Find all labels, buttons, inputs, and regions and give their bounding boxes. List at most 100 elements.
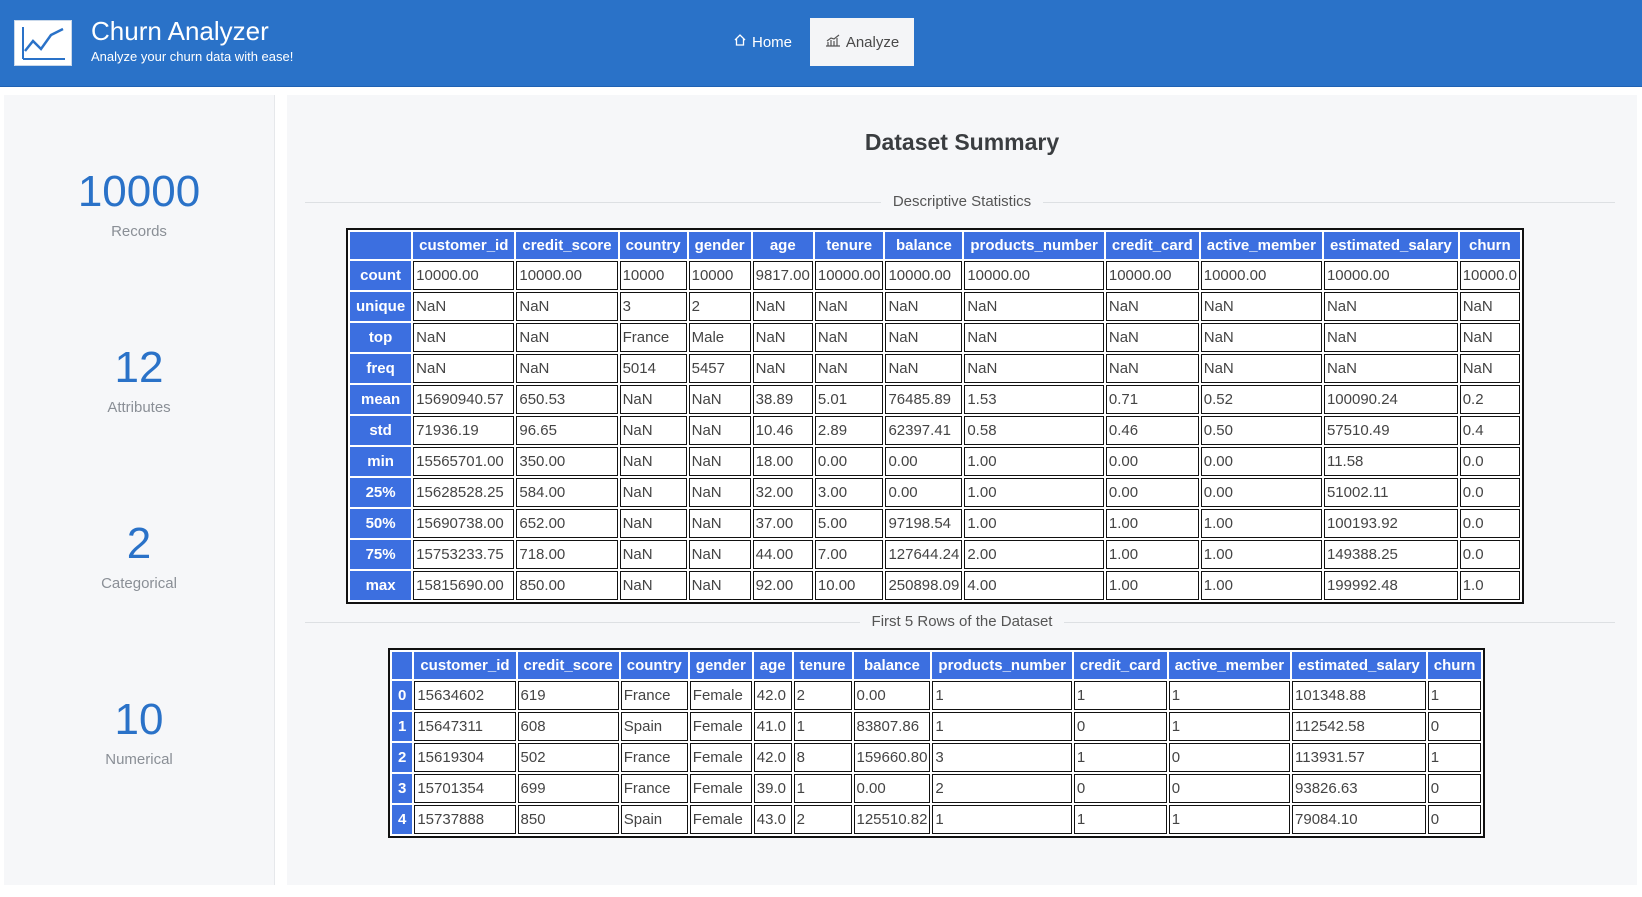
table-cell: NaN — [964, 354, 1104, 383]
table-row: std 71936.19 96.65 NaN NaN 10.46 2.89 62397.41 0… — [350, 416, 1520, 445]
table-cell: Male — [688, 323, 751, 352]
table-cell: 850 — [517, 805, 619, 834]
table-cell: 149388.25 — [1323, 540, 1458, 569]
table-cell: 8 — [793, 743, 852, 772]
nav-home[interactable]: Home — [733, 18, 811, 66]
stat-records: 10000 Records — [4, 167, 274, 240]
row-index: unique — [350, 292, 412, 321]
column-header: credit_score — [517, 652, 619, 679]
table-row: 75% 15753233.75 718.00 NaN NaN 44.00 7.00 12764… — [350, 540, 1520, 569]
index-header — [350, 232, 412, 259]
table-cell: NaN — [814, 323, 884, 352]
row-index: 1 — [392, 712, 413, 741]
section-label-text: Descriptive Statistics — [880, 193, 1044, 210]
table-cell: 0 — [1168, 774, 1291, 803]
table-cell: 15628528.25 — [413, 478, 515, 507]
table-cell: NaN — [688, 447, 751, 476]
table-cell: NaN — [619, 509, 687, 538]
column-header: active_member — [1200, 232, 1322, 259]
table-cell: 1 — [793, 774, 852, 803]
page-title: Dataset Summary — [864, 129, 1060, 155]
column-header: churn — [1459, 232, 1520, 259]
table-cell: 0.00 — [814, 447, 884, 476]
table-row: 1 15647311 608 Spain Female 41.0 1 83807.86 1 0 1 1… — [392, 712, 1482, 741]
table-cell: 0.00 — [1200, 447, 1322, 476]
table-cell: 350.00 — [516, 447, 618, 476]
table-cell: NaN — [688, 540, 751, 569]
table-cell: NaN — [619, 447, 687, 476]
table-cell: 76485.89 — [885, 385, 963, 414]
table-cell: 0 — [1427, 805, 1482, 834]
table-cell: 2.00 — [964, 540, 1104, 569]
table-row: count 10000.00 10000.00 10000 10000 9817.00 10… — [350, 261, 1520, 290]
table-cell: 699 — [517, 774, 619, 803]
table-cell: NaN — [413, 292, 515, 321]
stat-value: 2 — [126, 519, 152, 568]
table-cell: 10000 — [688, 261, 751, 290]
nav-analyze-label: Analyze — [845, 33, 900, 51]
stat-label: Numerical — [105, 751, 173, 768]
row-index: 75% — [350, 540, 412, 569]
column-header: balance — [885, 232, 963, 259]
column-header: gender — [689, 652, 752, 679]
table-cell: 584.00 — [516, 478, 618, 507]
table-cell: 650.53 — [516, 385, 618, 414]
table-cell: 0.00 — [1105, 447, 1199, 476]
table-cell: 100090.24 — [1323, 385, 1458, 414]
table-cell: 652.00 — [516, 509, 618, 538]
table-cell: 7.00 — [814, 540, 884, 569]
section-label-text: First 5 Rows of the Dataset — [859, 613, 1065, 630]
column-header: products_number — [964, 232, 1104, 259]
row-index: freq — [350, 354, 412, 383]
row-index: 3 — [392, 774, 413, 803]
table-row: 50% 15690738.00 652.00 NaN NaN 37.00 5.00 97198… — [350, 509, 1520, 538]
table-cell: 2 — [932, 774, 1072, 803]
table-cell: 2 — [793, 681, 852, 710]
table-cell: NaN — [885, 354, 963, 383]
row-index: 4 — [392, 805, 413, 834]
table-cell: NaN — [1105, 292, 1199, 321]
table-cell: NaN — [885, 323, 963, 352]
table-cell: 15647311 — [414, 712, 516, 741]
row-index: 0 — [392, 681, 413, 710]
table-cell: 0 — [1427, 712, 1482, 741]
stat-value: 10000 — [77, 167, 201, 216]
table-cell: NaN — [619, 571, 687, 600]
row-index: max — [350, 571, 412, 600]
stat-value: 10 — [114, 695, 164, 744]
row-index: count — [350, 261, 412, 290]
app-title: Churn Analyzer — [91, 16, 269, 46]
table-cell: NaN — [1105, 354, 1199, 383]
table-cell: 96.65 — [516, 416, 618, 445]
table-cell: 0.52 — [1200, 385, 1322, 414]
table-cell: 4.00 — [964, 571, 1104, 600]
table-row: 25% 15628528.25 584.00 NaN NaN 32.00 3.00 0.00 1… — [350, 478, 1520, 507]
table-cell: 0.00 — [1200, 478, 1322, 507]
nav-analyze[interactable]: Analyze — [810, 18, 914, 66]
table-cell: 15565701.00 — [413, 447, 515, 476]
column-header: tenure — [793, 652, 852, 679]
table-cell: 0.46 — [1105, 416, 1199, 445]
table-cell: 1.00 — [964, 478, 1104, 507]
table-cell: 1 — [932, 681, 1072, 710]
table-cell: NaN — [1323, 354, 1458, 383]
table-cell: 10000 — [619, 261, 687, 290]
app-subtitle: Analyze your churn data with ease! — [91, 49, 294, 64]
table-cell: 15634602 — [414, 681, 516, 710]
table-cell: NaN — [619, 416, 687, 445]
table-cell: 718.00 — [516, 540, 618, 569]
table-cell: 32.00 — [752, 478, 813, 507]
table-cell: Female — [689, 681, 752, 710]
stat-categorical: 2 Categorical — [4, 519, 274, 592]
table-cell: 1 — [1427, 743, 1482, 772]
table-cell: 9817.00 — [752, 261, 813, 290]
section-label-first-rows: First 5 Rows of the Dataset — [287, 613, 1637, 631]
table-cell: 1.00 — [1105, 540, 1199, 569]
table-cell: 1.00 — [1200, 571, 1322, 600]
stats-sidebar: 10000 Records 12 Attributes 2 Categorica… — [4, 95, 275, 885]
table-cell: 10000.00 — [516, 261, 618, 290]
index-header — [392, 652, 413, 679]
table-cell: Female — [689, 805, 752, 834]
table-cell: 0.0 — [1459, 540, 1520, 569]
table-cell: NaN — [752, 292, 813, 321]
